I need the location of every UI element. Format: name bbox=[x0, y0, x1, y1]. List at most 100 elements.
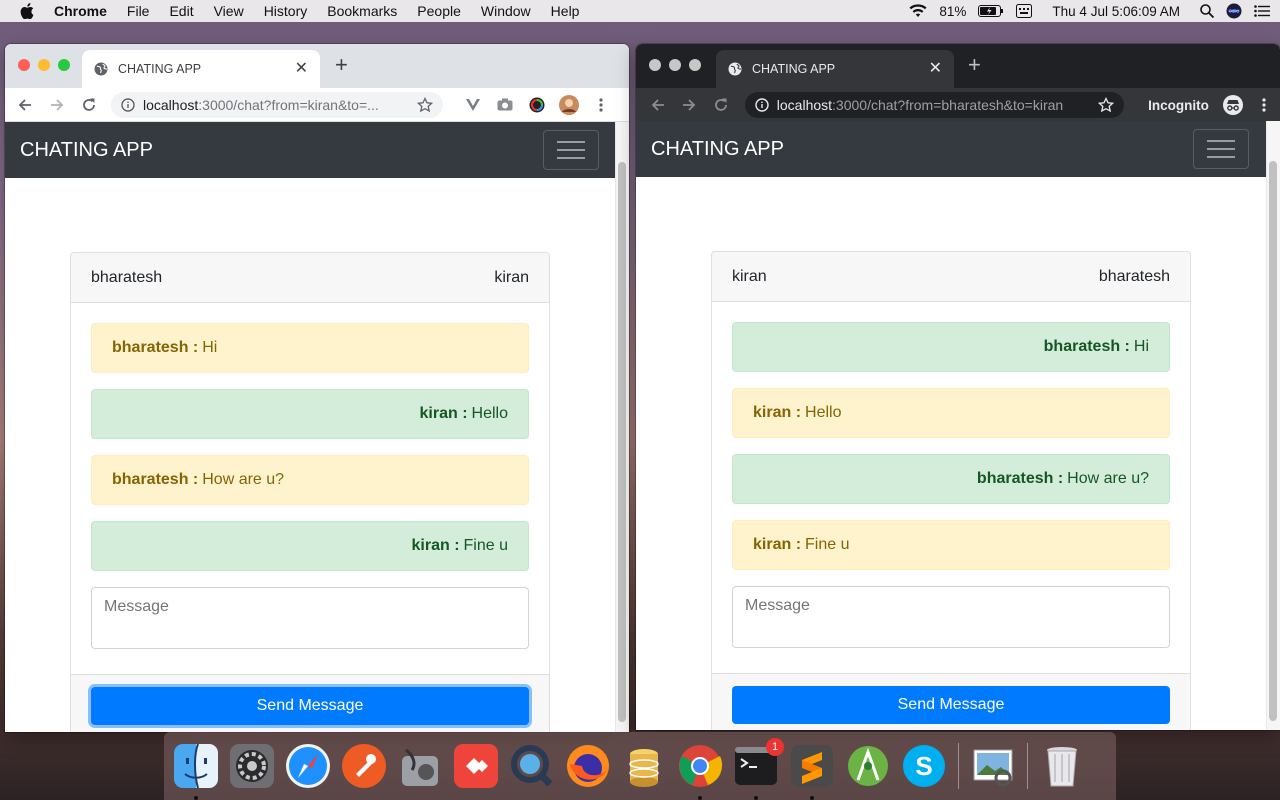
chat-card-footer: Send Message bbox=[712, 673, 1190, 730]
reload-icon[interactable] bbox=[705, 97, 737, 113]
send-message-button[interactable]: Send Message bbox=[91, 687, 529, 725]
menu-people[interactable]: People bbox=[417, 3, 461, 19]
chat-card: kiran bharatesh bharatesh : Hi kiran : Hel… bbox=[711, 251, 1191, 730]
url-text: localhost:3000/chat?from=bharatesh&to=ki… bbox=[776, 97, 1064, 113]
color-picker-extension-icon[interactable] bbox=[521, 97, 553, 113]
menu-help[interactable]: Help bbox=[551, 3, 580, 19]
menu-view[interactable]: View bbox=[214, 3, 244, 19]
chrome-menu-icon[interactable] bbox=[1248, 98, 1280, 112]
close-window-button[interactable] bbox=[18, 59, 30, 71]
browser-tab[interactable]: CHATING APP ✕ bbox=[716, 50, 954, 88]
chat-card-footer: Send Message bbox=[71, 674, 549, 732]
page-scrollbar[interactable] bbox=[1266, 121, 1280, 730]
navbar-toggler-icon[interactable] bbox=[1193, 129, 1249, 169]
menu-window[interactable]: Window bbox=[481, 3, 531, 19]
app-brand[interactable]: CHATING APP bbox=[651, 138, 784, 161]
browser-tab[interactable]: CHATING APP ✕ bbox=[82, 50, 320, 88]
new-tab-button[interactable]: + bbox=[968, 54, 981, 76]
chat-partner-name: bharatesh bbox=[91, 268, 163, 286]
forward-arrow-icon[interactable] bbox=[674, 97, 706, 113]
app-navbar: CHATING APP bbox=[636, 121, 1266, 177]
camera-extension-icon[interactable] bbox=[489, 98, 521, 111]
send-message-button[interactable]: Send Message bbox=[732, 686, 1170, 724]
browser-toolbar: localhost:3000/chat?from=bharatesh&to=ki… bbox=[636, 88, 1280, 122]
navbar-toggler-icon[interactable] bbox=[543, 130, 599, 170]
message-input[interactable] bbox=[91, 587, 529, 649]
wifi-icon[interactable] bbox=[909, 4, 927, 18]
trash-icon[interactable] bbox=[1038, 742, 1086, 790]
profile-avatar[interactable] bbox=[553, 94, 585, 115]
siri-icon[interactable] bbox=[1226, 3, 1242, 19]
scrollbar-thumb[interactable] bbox=[1269, 161, 1277, 721]
skype-icon[interactable]: S bbox=[900, 742, 948, 790]
battery-icon[interactable] bbox=[978, 5, 1004, 17]
forward-arrow-icon[interactable] bbox=[41, 97, 73, 113]
firefox-icon[interactable] bbox=[564, 742, 612, 790]
terminal-icon[interactable]: 1 bbox=[732, 738, 784, 800]
tab-strip: CHATING APP ✕ + bbox=[636, 44, 1280, 88]
notification-center-icon[interactable] bbox=[1254, 5, 1270, 17]
chat-message: bharatesh : Hi bbox=[732, 322, 1170, 372]
menu-bookmarks[interactable]: Bookmarks bbox=[327, 3, 397, 19]
close-tab-icon[interactable]: ✕ bbox=[295, 61, 308, 77]
new-tab-button[interactable]: + bbox=[335, 54, 348, 76]
zoom-window-button[interactable] bbox=[689, 59, 701, 71]
browser-toolbar: localhost:3000/chat?from=kiran&to=... bbox=[5, 88, 629, 122]
svg-text:S: S bbox=[915, 751, 932, 781]
finder-icon[interactable] bbox=[172, 742, 220, 800]
menu-app-name[interactable]: Chrome bbox=[54, 3, 107, 19]
globe-icon bbox=[728, 62, 742, 76]
sublime-text-icon[interactable] bbox=[788, 742, 836, 800]
disk-utility-icon[interactable] bbox=[396, 742, 444, 790]
minimize-window-button[interactable] bbox=[669, 59, 681, 71]
chrome-icon[interactable] bbox=[676, 742, 724, 800]
close-window-button[interactable] bbox=[649, 59, 661, 71]
postman-icon[interactable] bbox=[340, 742, 388, 790]
keyboard-input-icon[interactable] bbox=[1016, 4, 1033, 18]
address-bar[interactable]: localhost:3000/chat?from=kiran&to=... bbox=[111, 91, 443, 118]
close-tab-icon[interactable]: ✕ bbox=[929, 61, 942, 77]
chrome-menu-icon[interactable] bbox=[585, 97, 617, 112]
notification-badge: 1 bbox=[766, 738, 784, 756]
chat-partner-name: kiran bbox=[732, 267, 767, 285]
app-brand[interactable]: CHATING APP bbox=[20, 139, 153, 162]
vue-devtools-icon[interactable] bbox=[457, 98, 489, 111]
android-studio-icon[interactable] bbox=[844, 742, 892, 790]
zoom-window-button[interactable] bbox=[58, 59, 70, 71]
tab-title: CHATING APP bbox=[118, 62, 202, 76]
preview-icon[interactable] bbox=[969, 742, 1017, 790]
menu-edit[interactable]: Edit bbox=[169, 3, 193, 19]
address-bar[interactable]: localhost:3000/chat?from=bharatesh&to=ki… bbox=[744, 92, 1125, 118]
menu-file[interactable]: File bbox=[127, 3, 150, 19]
anydesk-icon[interactable] bbox=[452, 742, 500, 790]
chat-self-name: kiran bbox=[494, 268, 529, 286]
apple-menu-icon[interactable] bbox=[20, 3, 36, 19]
system-preferences-icon[interactable] bbox=[228, 742, 276, 790]
info-icon[interactable] bbox=[755, 98, 769, 112]
quicktime-icon[interactable] bbox=[508, 742, 556, 790]
message-input[interactable] bbox=[732, 586, 1170, 648]
web-page: CHATING APP kiran bharatesh bharatesh :H… bbox=[636, 121, 1280, 730]
scrollbar-thumb[interactable] bbox=[618, 162, 626, 722]
info-icon[interactable] bbox=[121, 97, 135, 112]
minimize-window-button[interactable] bbox=[38, 59, 50, 71]
chat-message: kiran : Hello bbox=[732, 388, 1170, 438]
reload-icon[interactable] bbox=[73, 97, 105, 113]
incognito-label[interactable]: Incognito bbox=[1148, 98, 1209, 113]
sequel-pro-icon[interactable] bbox=[620, 742, 668, 790]
back-arrow-icon[interactable] bbox=[642, 97, 674, 113]
chat-card-header: kiran bharatesh bbox=[712, 252, 1190, 302]
bookmark-star-icon[interactable] bbox=[1098, 97, 1115, 113]
menu-history[interactable]: History bbox=[264, 3, 308, 19]
chat-self-name: bharatesh bbox=[1098, 267, 1170, 285]
incognito-icon[interactable] bbox=[1217, 95, 1249, 115]
url-text: localhost:3000/chat?from=kiran&to=... bbox=[143, 96, 379, 113]
bookmark-star-icon[interactable] bbox=[417, 96, 433, 113]
menu-clock[interactable]: Thu 4 Jul 5:06:09 AM bbox=[1052, 4, 1180, 19]
window-controls bbox=[649, 59, 701, 71]
back-arrow-icon[interactable] bbox=[9, 97, 41, 113]
page-scrollbar[interactable] bbox=[615, 122, 629, 732]
spotlight-search-icon[interactable] bbox=[1200, 4, 1214, 18]
chat-card-header: bharatesh kiran bbox=[71, 253, 549, 303]
safari-icon[interactable] bbox=[284, 742, 332, 790]
